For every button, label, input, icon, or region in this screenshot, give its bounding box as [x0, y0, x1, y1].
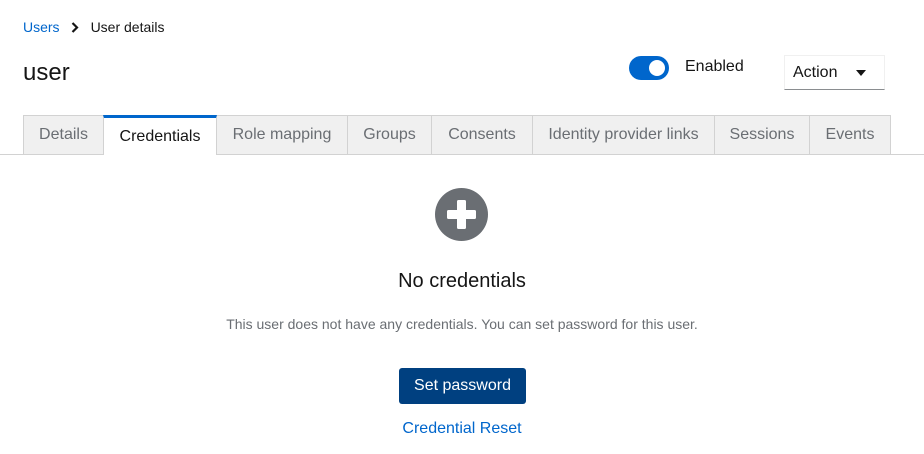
enabled-toggle[interactable]	[629, 56, 669, 80]
breadcrumb-users-link[interactable]: Users	[23, 18, 60, 36]
action-dropdown-label: Action	[793, 63, 838, 81]
breadcrumb: Users User details	[23, 18, 164, 36]
tab-groups[interactable]: Groups	[348, 115, 432, 154]
tab-credentials[interactable]: Credentials	[103, 115, 217, 155]
empty-state-body: This user does not have any credentials.…	[226, 316, 698, 332]
breadcrumb-current: User details	[90, 19, 165, 35]
action-dropdown[interactable]: Action	[784, 55, 885, 90]
credential-reset-link[interactable]: Credential Reset	[0, 420, 924, 438]
tab-consents[interactable]: Consents	[432, 115, 533, 154]
user-details-page: Users User details user Enabled Action D…	[0, 0, 924, 454]
plus-circle-icon	[435, 188, 488, 241]
tab-sessions[interactable]: Sessions	[715, 115, 810, 154]
page-title: user	[23, 59, 70, 86]
toggle-knob	[649, 60, 665, 76]
enabled-label: Enabled	[685, 58, 744, 75]
tab-identity-provider-links[interactable]: Identity provider links	[533, 115, 715, 154]
caret-down-icon	[856, 69, 866, 76]
tab-details[interactable]: Details	[23, 115, 104, 154]
tab-bar: Details Credentials Role mapping Groups …	[0, 115, 924, 155]
tab-role-mapping[interactable]: Role mapping	[217, 115, 348, 154]
tab-events[interactable]: Events	[810, 115, 891, 154]
set-password-button[interactable]: Set password	[399, 368, 526, 404]
empty-state-title: No credentials	[398, 270, 526, 292]
chevron-right-icon	[70, 21, 80, 33]
